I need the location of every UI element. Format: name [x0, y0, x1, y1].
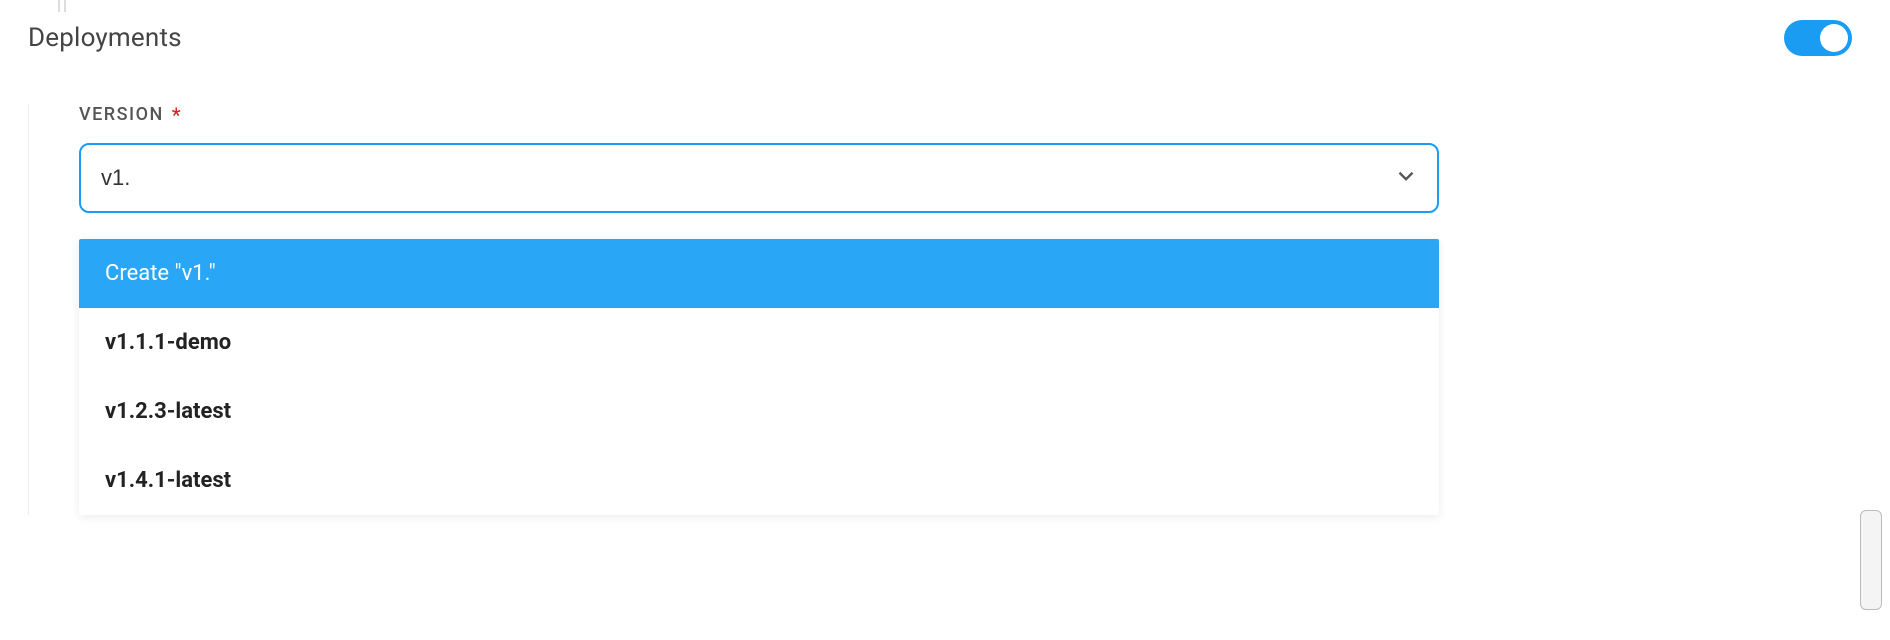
- form-area: VERSION * Create "v1." v1.1.1-demo v1.2.…: [28, 104, 1862, 515]
- version-input[interactable]: [79, 143, 1439, 213]
- deployments-panel: Deployments VERSION * Create "v1." v1.1.…: [0, 0, 1890, 515]
- version-label-text: VERSION: [79, 104, 164, 125]
- dropdown-option[interactable]: v1.1.1-demo: [79, 308, 1439, 377]
- section-header: Deployments: [28, 20, 1862, 56]
- section-title: Deployments: [28, 23, 182, 53]
- required-star: *: [172, 105, 182, 125]
- scrollbar[interactable]: [1860, 510, 1882, 610]
- toggle-knob: [1820, 24, 1848, 52]
- version-label: VERSION *: [79, 104, 1862, 125]
- panel-border-stub: [58, 0, 66, 12]
- dropdown-option[interactable]: v1.2.3-latest: [79, 377, 1439, 446]
- deployments-toggle[interactable]: [1784, 20, 1852, 56]
- version-select[interactable]: [79, 143, 1439, 213]
- version-dropdown: Create "v1." v1.1.1-demo v1.2.3-latest v…: [79, 239, 1439, 515]
- dropdown-option[interactable]: v1.4.1-latest: [79, 446, 1439, 515]
- dropdown-create-option[interactable]: Create "v1.": [79, 239, 1439, 308]
